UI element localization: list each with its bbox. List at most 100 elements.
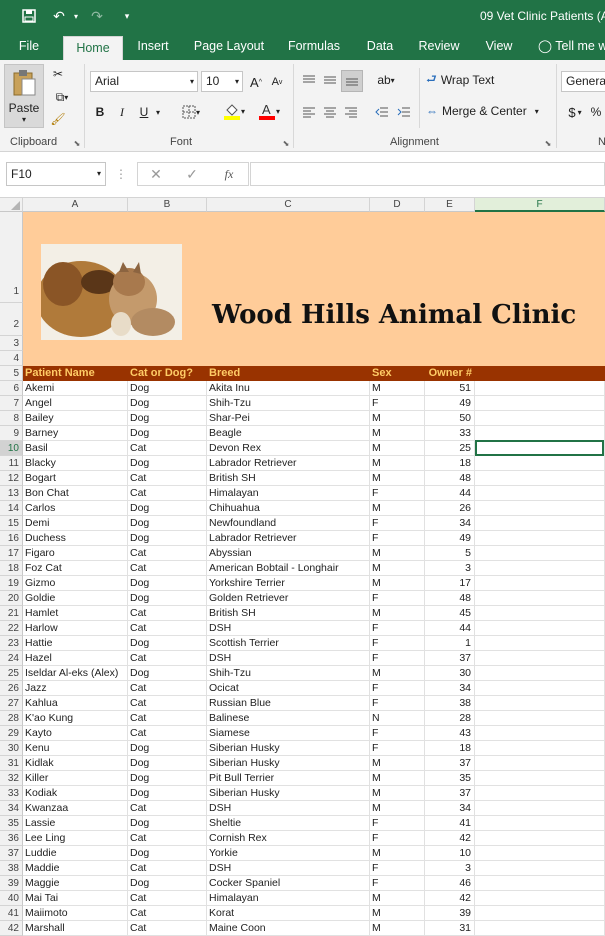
- row-header[interactable]: 15: [0, 516, 23, 531]
- tab-formulas[interactable]: Formulas: [283, 32, 345, 60]
- cell-sex[interactable]: N: [370, 711, 425, 726]
- cell-type[interactable]: Cat: [128, 546, 207, 561]
- cell-empty[interactable]: [475, 681, 605, 696]
- column-header-c[interactable]: C: [207, 198, 370, 212]
- increase-font-icon[interactable]: A ^: [247, 72, 265, 92]
- row-header[interactable]: 20: [0, 591, 23, 606]
- bold-button[interactable]: B: [92, 102, 108, 122]
- cell-breed[interactable]: DSH: [207, 651, 370, 666]
- currency-button[interactable]: $ ▾: [563, 102, 587, 122]
- cell-breed[interactable]: Ocicat: [207, 681, 370, 696]
- cell-breed[interactable]: Abyssian: [207, 546, 370, 561]
- cell-owner-number[interactable]: 18: [425, 741, 475, 756]
- cell-type[interactable]: Cat: [128, 906, 207, 921]
- cell-type[interactable]: Cat: [128, 441, 207, 456]
- font-name-select[interactable]: Arial ▾: [90, 71, 198, 92]
- cell-patient-name[interactable]: Hattie: [23, 636, 128, 651]
- cell-owner-number[interactable]: 48: [425, 471, 475, 486]
- row-header[interactable]: 3: [0, 336, 23, 351]
- cell-owner-number[interactable]: 39: [425, 906, 475, 921]
- cell-owner-number[interactable]: 42: [425, 831, 475, 846]
- cell-owner-number[interactable]: 44: [425, 621, 475, 636]
- cell-sex[interactable]: F: [370, 696, 425, 711]
- row-header[interactable]: 4: [0, 351, 23, 366]
- copy-icon[interactable]: ⧉ ▾: [48, 87, 76, 107]
- row-header[interactable]: 29: [0, 726, 23, 741]
- select-all-corner[interactable]: [0, 198, 23, 212]
- merge-center-button[interactable]: ⇔ Merge & Center ▾: [426, 101, 550, 121]
- cell-patient-name[interactable]: Kidlak: [23, 756, 128, 771]
- cell-breed[interactable]: Siberian Husky: [207, 741, 370, 756]
- cell-type[interactable]: Dog: [128, 516, 207, 531]
- cell-sex[interactable]: M: [370, 411, 425, 426]
- cell-patient-name[interactable]: Hazel: [23, 651, 128, 666]
- cell-breed[interactable]: Himalayan: [207, 486, 370, 501]
- cell-patient-name[interactable]: Bailey: [23, 411, 128, 426]
- row-header[interactable]: 41: [0, 906, 23, 921]
- cell-sex[interactable]: M: [370, 546, 425, 561]
- cell-owner-number[interactable]: 34: [425, 516, 475, 531]
- cell-sex[interactable]: M: [370, 771, 425, 786]
- row-header[interactable]: 38: [0, 861, 23, 876]
- cell-sex[interactable]: M: [370, 471, 425, 486]
- middle-align-icon[interactable]: [320, 70, 340, 90]
- fill-color-icon[interactable]: ▾: [220, 100, 248, 122]
- row-header[interactable]: 2: [0, 303, 23, 336]
- tab-page-layout[interactable]: Page Layout: [190, 32, 268, 60]
- row-header[interactable]: 24: [0, 651, 23, 666]
- cell-type[interactable]: Dog: [128, 501, 207, 516]
- cell-empty[interactable]: [475, 831, 605, 846]
- row-header[interactable]: 33: [0, 786, 23, 801]
- cell-empty[interactable]: [475, 396, 605, 411]
- cell-empty[interactable]: [475, 501, 605, 516]
- cell-empty[interactable]: [475, 756, 605, 771]
- cell-owner-number[interactable]: 50: [425, 411, 475, 426]
- cell-type[interactable]: Cat: [128, 861, 207, 876]
- cell-type[interactable]: Dog: [128, 636, 207, 651]
- cell-empty[interactable]: [475, 666, 605, 681]
- cell-patient-name[interactable]: Harlow: [23, 621, 128, 636]
- cell-empty[interactable]: [475, 591, 605, 606]
- cell-type[interactable]: Cat: [128, 891, 207, 906]
- cell-sex[interactable]: M: [370, 381, 425, 396]
- cell-type[interactable]: Cat: [128, 561, 207, 576]
- decrease-font-icon[interactable]: Av: [268, 72, 286, 92]
- cell-owner-number[interactable]: 25: [425, 441, 475, 456]
- cell-sex[interactable]: M: [370, 846, 425, 861]
- row-header[interactable]: 18: [0, 561, 23, 576]
- row-header[interactable]: 35: [0, 816, 23, 831]
- cell-owner-number[interactable]: 45: [425, 606, 475, 621]
- cell-owner-number[interactable]: 17: [425, 576, 475, 591]
- underline-button[interactable]: U: [136, 102, 152, 122]
- column-header-d[interactable]: D: [370, 198, 425, 212]
- cell-patient-name[interactable]: Jazz: [23, 681, 128, 696]
- cell-breed[interactable]: Labrador Retriever: [207, 531, 370, 546]
- tab-insert[interactable]: Insert: [130, 32, 176, 60]
- save-icon[interactable]: [18, 6, 40, 26]
- row-header[interactable]: 23: [0, 636, 23, 651]
- cell-patient-name[interactable]: Lassie: [23, 816, 128, 831]
- cell-patient-name[interactable]: K'ao Kung: [23, 711, 128, 726]
- header-cat-or-dog[interactable]: Cat or Dog?: [128, 366, 207, 381]
- tab-home[interactable]: Home: [63, 36, 123, 60]
- cell-empty[interactable]: [475, 891, 605, 906]
- align-right-icon[interactable]: [341, 102, 361, 122]
- align-center-icon[interactable]: [320, 102, 340, 122]
- cell-type[interactable]: Cat: [128, 486, 207, 501]
- cell-type[interactable]: Dog: [128, 576, 207, 591]
- row-header[interactable]: 21: [0, 606, 23, 621]
- redo-icon[interactable]: ↷: [86, 6, 108, 26]
- orientation-icon[interactable]: ab ▾: [372, 70, 400, 90]
- cell-type[interactable]: Dog: [128, 591, 207, 606]
- font-size-select[interactable]: 10 ▾: [201, 71, 243, 92]
- row-header[interactable]: 10: [0, 441, 23, 456]
- cell-breed[interactable]: British SH: [207, 471, 370, 486]
- cell-empty[interactable]: [475, 411, 605, 426]
- cell-patient-name[interactable]: Iseldar Al-eks (Alex): [23, 666, 128, 681]
- dialog-launcher-icon[interactable]: ⬊: [543, 138, 553, 148]
- cell-breed[interactable]: Akita Inu: [207, 381, 370, 396]
- cell-sex[interactable]: F: [370, 516, 425, 531]
- cell-sex[interactable]: F: [370, 636, 425, 651]
- cell-patient-name[interactable]: Luddie: [23, 846, 128, 861]
- cut-icon[interactable]: ✂: [48, 64, 68, 84]
